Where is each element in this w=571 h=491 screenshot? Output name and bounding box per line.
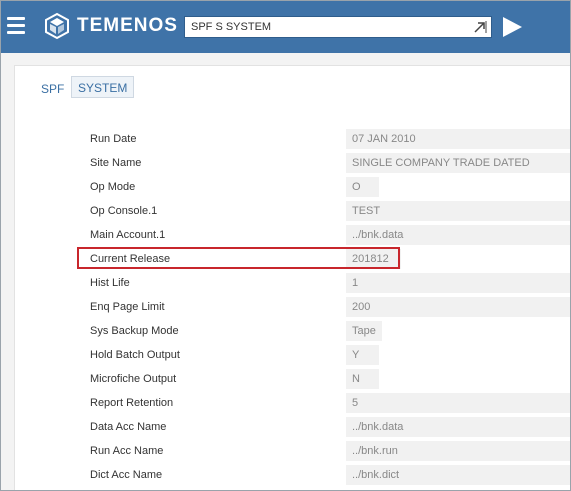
field-row-run-date: Run Date 07 JAN 2010 — [15, 127, 570, 151]
field-label: Sys Backup Mode — [90, 325, 179, 337]
field-row-microfiche-output: Microfiche Output N — [15, 367, 570, 391]
field-row-site-name: Site Name SINGLE COMPANY TRADE DATED — [15, 151, 570, 175]
field-value[interactable]: 200 — [346, 297, 570, 317]
command-line — [184, 16, 492, 38]
field-row-sys-backup-mode: Sys Backup Mode Tape — [15, 319, 570, 343]
field-label: Report Retention — [90, 397, 174, 409]
field-row-current-release: Current Release 201812 — [15, 247, 570, 271]
field-value[interactable]: TEST — [346, 201, 570, 221]
command-input[interactable] — [185, 17, 465, 37]
field-label: Op Console.1 — [90, 205, 158, 217]
field-label: Hist Life — [90, 277, 130, 289]
field-value[interactable]: ../bnk.run — [346, 441, 570, 461]
field-row-data-acc-name: Data Acc Name ../bnk.data — [15, 415, 570, 439]
field-label: Microfiche Output — [90, 373, 177, 385]
record-panel: SPF SYSTEM Run Date 07 JAN 2010 Site Nam… — [14, 65, 570, 490]
field-label: Current Release — [90, 253, 171, 265]
play-triangle-icon[interactable] — [501, 16, 523, 38]
field-label: Op Mode — [90, 181, 136, 193]
field-row-run-acc-name: Run Acc Name ../bnk.run — [15, 439, 570, 463]
field-row-dict-acc-name: Dict Acc Name ../bnk.dict — [15, 463, 570, 487]
field-row-report-retention: Report Retention 5 — [15, 391, 570, 415]
field-row-main-account: Main Account.1 ../bnk.data — [15, 223, 570, 247]
field-label: Enq Page Limit — [90, 301, 165, 313]
field-row-enq-page-limit: Enq Page Limit 200 — [15, 295, 570, 319]
app-window: TEMENOS SPF SYSTEM Run Date 07 JAN 2010 … — [0, 0, 571, 491]
field-row-hist-life: Hist Life 1 — [15, 271, 570, 295]
field-value[interactable]: SINGLE COMPANY TRADE DATED — [346, 153, 570, 173]
field-label: Data Acc Name — [90, 421, 167, 433]
field-label: Run Date — [90, 133, 137, 145]
field-value[interactable]: ../bnk.dict — [346, 465, 570, 485]
expand-arrow-icon[interactable] — [473, 20, 487, 34]
field-label: Hold Batch Output — [90, 349, 180, 361]
brand-name: TEMENOS — [77, 15, 178, 36]
field-value[interactable]: ../bnk.data — [346, 417, 570, 437]
temenos-globe-logo — [45, 12, 69, 40]
field-value[interactable]: O — [346, 177, 379, 197]
field-row-op-console: Op Console.1 TEST — [15, 199, 570, 223]
field-label: Dict Acc Name — [90, 469, 163, 481]
field-value[interactable]: 5 — [346, 393, 570, 413]
field-label: Run Acc Name — [90, 445, 164, 457]
field-row-op-mode: Op Mode O — [15, 175, 570, 199]
field-row-hold-batch-output: Hold Batch Output Y — [15, 343, 570, 367]
field-value[interactable]: Tape — [346, 321, 382, 341]
field-value[interactable]: N — [346, 369, 379, 389]
top-bar: TEMENOS — [1, 1, 570, 53]
field-value[interactable]: ../bnk.data — [346, 225, 570, 245]
field-value[interactable]: 1 — [346, 273, 570, 293]
field-label: Site Name — [90, 157, 142, 169]
hamburger-menu-icon[interactable] — [7, 17, 25, 35]
field-value[interactable]: 201812 — [346, 249, 401, 269]
breadcrumb-record[interactable]: SYSTEM — [71, 76, 135, 98]
breadcrumb-app[interactable]: SPF — [41, 82, 64, 96]
field-value[interactable]: Y — [346, 345, 379, 365]
field-label: Main Account.1 — [90, 229, 166, 241]
field-value[interactable]: 07 JAN 2010 — [346, 129, 570, 149]
